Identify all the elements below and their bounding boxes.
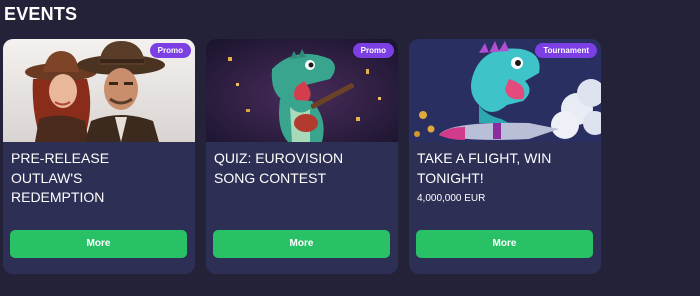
event-badge: Promo bbox=[149, 43, 191, 58]
event-card[interactable]: Promo PRE-RELEASE OUTLAW'S REDEMPTION Mo… bbox=[3, 39, 195, 274]
event-title-line: OUTLAW'S bbox=[11, 169, 83, 186]
event-title: TAKE A FLIGHT, WIN TONIGHT! bbox=[417, 149, 595, 188]
section-title: EVENTS bbox=[4, 4, 78, 24]
event-title: QUIZ: EUROVISION SONG CONTEST bbox=[214, 149, 392, 188]
events-page: EVENTS Promo PRE-RELEASE OUTLAW'S REDEMP… bbox=[0, 0, 700, 296]
event-title-line: TAKE A FLIGHT, WIN bbox=[417, 150, 552, 166]
event-title-line: PRE-RELEASE bbox=[11, 150, 110, 166]
more-button[interactable]: More bbox=[416, 230, 593, 258]
more-button[interactable]: More bbox=[213, 230, 390, 258]
event-badge: Promo bbox=[352, 43, 394, 58]
prize-amount: 4,000,000 EUR bbox=[417, 193, 486, 204]
event-image-cowboy-couple[interactable]: Promo bbox=[3, 39, 195, 142]
event-title-line: TONIGHT! bbox=[417, 169, 484, 186]
event-card[interactable]: Promo QUIZ: EUROVISION SONG CONTEST More bbox=[206, 39, 398, 274]
event-badge: Tournament bbox=[535, 43, 597, 58]
event-title-line: SONG CONTEST bbox=[214, 169, 327, 186]
event-title: PRE-RELEASE OUTLAW'S REDEMPTION bbox=[11, 149, 189, 208]
event-title-line: REDEMPTION bbox=[11, 189, 105, 205]
event-title-line: QUIZ: EUROVISION bbox=[214, 150, 344, 166]
event-image-dinosaur-rocket[interactable]: Tournament bbox=[409, 39, 601, 142]
event-card[interactable]: Tournament TAKE A FLIGHT, WIN TONIGHT! 4… bbox=[409, 39, 601, 274]
more-button[interactable]: More bbox=[10, 230, 187, 258]
event-image-dinosaur-guitar[interactable]: Promo bbox=[206, 39, 398, 142]
